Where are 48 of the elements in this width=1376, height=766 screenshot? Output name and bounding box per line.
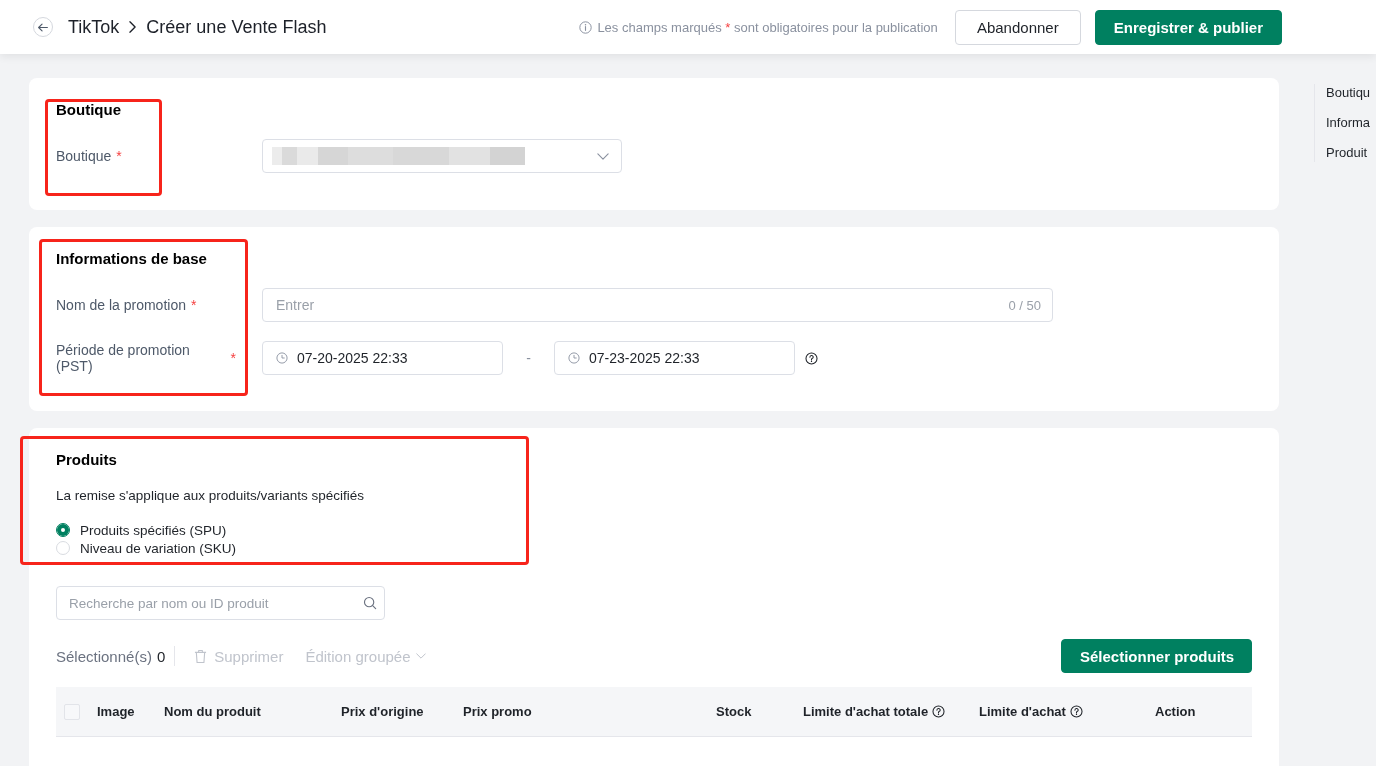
range-separator: -	[525, 350, 532, 366]
clock-icon	[568, 352, 580, 364]
chevron-down-icon	[415, 653, 426, 659]
breadcrumb-item: TikTok	[68, 16, 120, 38]
trash-icon	[194, 648, 208, 664]
arrow-left-icon	[38, 22, 48, 32]
selected-count-label: Sélectionné(s)	[56, 647, 152, 665]
publish-button[interactable]: Enregistrer & publier	[1094, 9, 1282, 45]
select-field[interactable]	[262, 139, 622, 173]
breadcrumb-item: Créer une Vente Flash	[146, 16, 327, 38]
column-header: Prix d'origine	[341, 704, 424, 719]
search-icon	[363, 596, 377, 610]
anchor-link[interactable]: Informa	[1326, 114, 1376, 132]
help-icon[interactable]	[1069, 705, 1083, 718]
section-title: Informations de base	[56, 250, 208, 268]
column-header: Limite d'achat	[979, 704, 1066, 719]
search-field[interactable]: Recherche par nom ou ID produit	[56, 586, 385, 620]
chevron-right-icon	[129, 21, 137, 33]
column-header: Image	[97, 704, 135, 719]
anchor-link[interactable]: Produit	[1326, 144, 1376, 162]
select-products-button[interactable]: Sélectionner produits	[1061, 639, 1252, 673]
column-header: Limite d'achat totale	[803, 704, 929, 719]
field-label: Boutique *	[56, 148, 123, 164]
date-field[interactable]: 07-23-2025 22:33	[554, 341, 795, 375]
info-icon	[579, 20, 593, 34]
required-fields-notice: Les champs marqués * sont obligatoires pour la publication	[597, 19, 938, 35]
help-icon[interactable]	[932, 705, 946, 718]
help-icon[interactable]	[805, 351, 818, 365]
date-field[interactable]: 07-20-2025 22:33	[262, 341, 503, 375]
column-header: Nom du produit	[164, 704, 261, 719]
cancel-button[interactable]: Abandonner	[954, 9, 1081, 45]
option-label: Niveau de variation (SKU)	[80, 540, 237, 556]
section-description: La remise s'applique aux produits/variants spécifiés	[56, 487, 365, 505]
section-title: Boutique	[56, 101, 122, 119]
column-header: Action	[1155, 704, 1196, 719]
option-label: Produits spécifiés (SPU)	[80, 522, 227, 538]
section-title: Produits	[56, 451, 118, 469]
clock-icon	[276, 352, 288, 364]
character-counter: 0 / 50	[1008, 297, 1041, 313]
radio-button[interactable]	[56, 523, 70, 537]
selected-count: 0	[156, 647, 166, 665]
back-button[interactable]	[33, 17, 53, 37]
column-header: Prix promo	[463, 704, 532, 719]
chevron-down-icon	[597, 152, 609, 160]
field-label: Nom de la promotion *	[56, 297, 198, 313]
field-label: Période de promotion (PST) *	[56, 342, 236, 374]
anchor-link[interactable]: Boutiqu	[1326, 84, 1376, 102]
column-header: Stock	[716, 704, 752, 719]
